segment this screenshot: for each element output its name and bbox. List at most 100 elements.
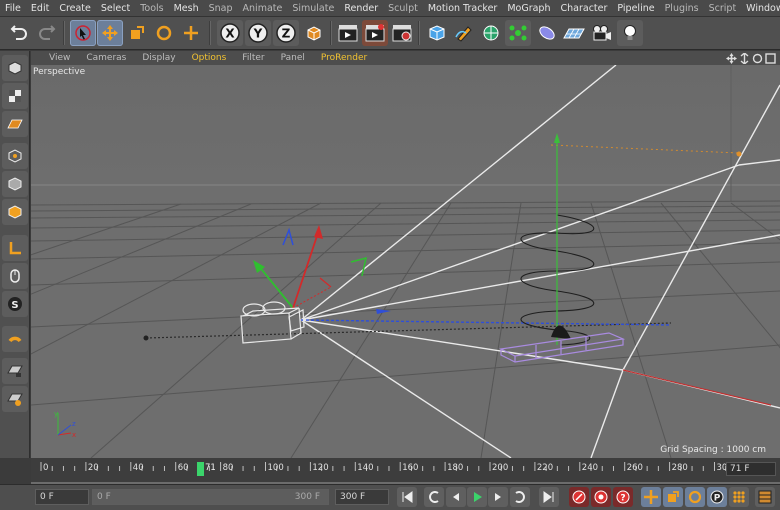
key-scale-icon[interactable]	[663, 487, 683, 507]
menu-tools[interactable]: Tools	[135, 0, 168, 17]
menu-mograph[interactable]: MoGraph	[502, 0, 555, 17]
floor-icon[interactable]	[561, 20, 587, 46]
current-frame-field[interactable]: 71 F	[726, 462, 776, 476]
viewport-menu-filter[interactable]: Filter	[234, 53, 272, 63]
svg-text:?: ?	[620, 494, 625, 504]
pen-spline-icon[interactable]	[451, 20, 477, 46]
key-parameter-icon[interactable]: P	[707, 487, 727, 507]
menu-script[interactable]: Script	[704, 0, 742, 17]
svg-text:y: y	[54, 410, 58, 418]
light-icon[interactable]	[617, 20, 643, 46]
light-target-point	[736, 151, 742, 157]
start-frame-field[interactable]: 0 F	[35, 489, 89, 505]
timeline-tick-label: 240	[581, 463, 599, 473]
timeline-tick-label: 60	[177, 463, 189, 473]
viewport-zoom-icon[interactable]	[739, 52, 750, 64]
key-position-icon[interactable]	[641, 487, 661, 507]
menu-snap[interactable]: Snap	[204, 0, 238, 17]
menu-select[interactable]: Select	[96, 0, 135, 17]
render-view-icon[interactable]	[335, 20, 361, 46]
autokeying-icon[interactable]	[591, 487, 611, 507]
viewport-menu-view[interactable]: View	[31, 53, 78, 63]
viewport-menu-cameras[interactable]: Cameras	[78, 53, 134, 63]
main-toolbar: X Y Z	[0, 17, 780, 50]
left-palette: S	[0, 51, 30, 458]
key-pla-icon[interactable]	[729, 487, 749, 507]
next-frame-icon[interactable]	[488, 487, 508, 507]
viewport-label: Perspective	[33, 67, 86, 77]
play-icon[interactable]	[467, 487, 487, 507]
current-frame-marker[interactable]	[197, 462, 204, 476]
menu-mesh[interactable]: Mesh	[169, 0, 204, 17]
axis-mode-icon[interactable]	[2, 235, 28, 261]
viewport-menu-panel[interactable]: Panel	[273, 53, 313, 63]
render-settings-icon[interactable]	[389, 20, 415, 46]
subdivision-icon[interactable]	[478, 20, 504, 46]
viewport-menu-options[interactable]: Options	[184, 53, 235, 63]
menu-simulate[interactable]: Simulate	[287, 0, 339, 17]
keyframe-selection-icon[interactable]: ?	[613, 487, 633, 507]
undo-icon[interactable]	[6, 20, 32, 46]
live-select-icon[interactable]	[178, 20, 204, 46]
key-rotation-icon[interactable]	[685, 487, 705, 507]
timeline-tick-label: 140	[357, 463, 374, 473]
menu-animate[interactable]: Animate	[238, 0, 288, 17]
viewport-rotate-icon[interactable]	[752, 53, 763, 64]
model-mode-icon[interactable]	[2, 55, 28, 81]
solo-icon[interactable]: S	[2, 291, 28, 317]
go-to-start-icon[interactable]	[397, 487, 417, 507]
tweak-mode-icon[interactable]	[2, 263, 28, 289]
menu-file[interactable]: File	[0, 0, 26, 17]
timeline-ruler[interactable]: 0 20 40 60 80 100 120 140 160 180 200 220 240 260 280 3…	[31, 458, 780, 484]
viewport-menu-display[interactable]: Display	[134, 53, 183, 63]
points-mode-icon[interactable]	[2, 143, 28, 169]
redo-icon[interactable]	[34, 20, 60, 46]
timeline-tick-label: 200	[492, 463, 509, 473]
svg-text:S: S	[11, 300, 18, 311]
x-axis-lock-icon[interactable]: X	[217, 20, 243, 46]
record-active-objects-icon[interactable]	[569, 487, 589, 507]
grid-spacing-readout: Grid Spacing : 1000 cm	[660, 445, 766, 455]
world-coord-icon[interactable]	[301, 20, 327, 46]
menu-edit[interactable]: Edit	[26, 0, 54, 17]
menu-window[interactable]: Window	[741, 0, 780, 17]
z-axis-lock-icon[interactable]: Z	[273, 20, 299, 46]
mograph-cloner-icon[interactable]	[505, 20, 531, 46]
viewport-maximize-icon[interactable]	[765, 52, 776, 64]
preview-range-slider[interactable]: 0 F 300 F	[92, 489, 329, 505]
select-arrow-icon[interactable]	[70, 20, 96, 46]
menu-render[interactable]: Render	[339, 0, 383, 17]
edges-mode-icon[interactable]	[2, 171, 28, 197]
previous-frame-icon[interactable]	[446, 487, 466, 507]
perspective-viewport[interactable]: y x z Perspective Grid Spacing : 1000 cm	[31, 65, 780, 458]
scheme-settings-icon[interactable]	[755, 487, 775, 507]
menu-pipeline[interactable]: Pipeline	[612, 0, 659, 17]
polygons-mode-icon[interactable]	[2, 199, 28, 225]
menu-sculpt[interactable]: Sculpt	[383, 0, 423, 17]
previous-key-icon[interactable]	[424, 487, 444, 507]
snap-icon[interactable]	[2, 326, 28, 352]
go-to-end-icon[interactable]	[539, 487, 559, 507]
y-axis-lock-icon[interactable]: Y	[245, 20, 271, 46]
scale-icon[interactable]	[124, 20, 150, 46]
viewport-menu-prorender[interactable]: ProRender	[313, 53, 375, 63]
range-end-label: 300 F	[294, 492, 320, 502]
render-picture-viewer-icon[interactable]	[362, 20, 388, 46]
cube-primitive-icon[interactable]	[424, 20, 450, 46]
next-key-icon[interactable]	[510, 487, 530, 507]
menu-create[interactable]: Create	[54, 0, 96, 17]
timeline-tick-label: 180	[447, 463, 464, 473]
deformer-icon[interactable]	[534, 20, 560, 46]
workplane-modes-icon[interactable]	[2, 386, 28, 412]
texture-mode-icon[interactable]	[2, 83, 28, 109]
rotate-icon[interactable]	[151, 20, 177, 46]
end-frame-field[interactable]: 300 F	[335, 489, 389, 505]
workplane-icon[interactable]	[2, 111, 28, 137]
lock-workplane-icon[interactable]	[2, 358, 28, 384]
camera-icon[interactable]	[589, 20, 615, 46]
menu-plugins[interactable]: Plugins	[660, 0, 704, 17]
menu-motion-tracker[interactable]: Motion Tracker	[423, 0, 503, 17]
move-icon[interactable]	[97, 20, 123, 46]
menu-character[interactable]: Character	[555, 0, 612, 17]
viewport-move-icon[interactable]	[726, 52, 737, 64]
